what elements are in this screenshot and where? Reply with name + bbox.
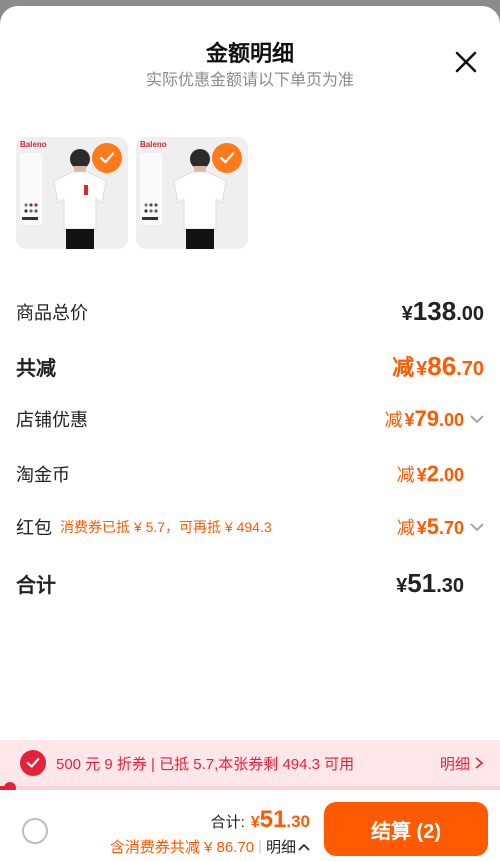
gold-coin-row: 淘金币 减 ¥ 2 .00 (16, 461, 484, 487)
red-packet-row[interactable]: 红包 消费券已抵 ¥ 5.7，可再抵 ¥ 494.3 减 ¥ 5 .70 (16, 514, 484, 540)
amount-decimal: .30 (436, 575, 464, 597)
coupon-text: 500 元 9 折券 | 已抵 5.7,本张券剩 494.3 可用 (56, 755, 355, 773)
goods-total-label: 商品总价 (16, 302, 88, 323)
product-thumbnails: Baleno Baleno (16, 137, 248, 249)
checkout-footer: 合计: ¥ 51 .30 含消费券共减 ¥ 86.70 | 明细 结算 (2) (0, 790, 500, 861)
total-reduce-amount: 减 ¥ 86 .70 (392, 350, 484, 382)
store-discount-row[interactable]: 店铺优惠 减 ¥ 79 .00 (16, 406, 484, 432)
product-thumb[interactable]: Baleno (136, 137, 248, 249)
currency-symbol: ¥ (396, 575, 408, 597)
currency-symbol: ¥ (416, 358, 428, 380)
chevron-down-icon[interactable] (470, 522, 484, 532)
amount-integer: 51 (407, 568, 437, 598)
store-discount-label: 店铺优惠 (16, 410, 88, 430)
footer-total-label: 合计: (210, 814, 245, 831)
close-icon[interactable] (452, 48, 480, 76)
currency-symbol: ¥ (401, 303, 413, 325)
amount-integer: 86 (427, 351, 457, 381)
coupon-detail-label: 明细 (439, 755, 470, 773)
goods-total-row: 商品总价 ¥ 138 .00 (16, 296, 484, 327)
divider: | (258, 838, 262, 855)
amount-decimal: .30 (286, 812, 310, 831)
store-discount-amount: 减 ¥ 79 .00 (384, 406, 464, 432)
currency-symbol: ¥ (404, 410, 415, 430)
product-thumb[interactable]: Baleno (16, 137, 128, 249)
amount-decimal: .00 (438, 465, 464, 485)
amount-integer: 79 (414, 406, 439, 431)
coupon-bar[interactable]: 500 元 9 折券 | 已抵 5.7,本张券剩 494.3 可用 明细 (0, 740, 500, 786)
total-reduce-label: 共减 (16, 357, 56, 380)
goods-total-amount: ¥ 138 .00 (402, 296, 484, 327)
currency-symbol: ¥ (416, 465, 427, 485)
reduce-prefix: 减 (384, 410, 403, 430)
selected-check-icon[interactable] (92, 143, 122, 173)
page-title: 金额明细 (205, 41, 294, 66)
footer-discount-summary: 含消费券共减 ¥ 86.70 | 明细 (110, 836, 310, 857)
page-subtitle: 实际优惠金额请以下单页为准 (145, 72, 354, 89)
total-row: 合计 ¥ 51 .30 (16, 568, 484, 599)
reduce-prefix: 减 (396, 465, 415, 485)
amount-decimal: .00 (456, 303, 484, 325)
amount-detail-sheet: 金额明细 实际优惠金额请以下单页为准 Baleno Baleno 商品总价 ¥ … (0, 6, 500, 861)
red-packet-note: 消费券已抵 ¥ 5.7，可再抵 ¥ 494.3 (60, 519, 272, 535)
red-packet-label: 红包 (16, 518, 52, 538)
brand-logo: Baleno (140, 140, 167, 149)
amount-integer: 51 (259, 806, 287, 833)
select-all-radio[interactable] (22, 818, 48, 844)
gold-coin-label: 淘金币 (16, 465, 70, 485)
amount-decimal: .00 (438, 410, 464, 430)
amount-integer: 138 (412, 296, 457, 326)
chevron-down-icon[interactable] (470, 414, 484, 424)
footer-discount-text: 含消费券共减 ¥ 86.70 (109, 839, 255, 856)
total-label: 合计 (16, 575, 56, 597)
coupon-detail-link[interactable]: 明细 (440, 753, 484, 774)
currency-symbol: ¥ (416, 518, 427, 538)
reduce-prefix: 减 (392, 355, 415, 380)
checkout-button[interactable]: 结算 (2) (324, 802, 488, 856)
reduce-prefix: 减 (396, 518, 415, 538)
selected-check-icon[interactable] (212, 143, 242, 173)
amount-decimal: .70 (456, 358, 484, 380)
footer-detail-label: 明细 (265, 839, 296, 856)
amount-integer: 5 (426, 514, 439, 539)
footer-detail-link[interactable]: 明细 (266, 836, 310, 857)
footer-total: 合计: ¥ 51 .30 (211, 806, 310, 834)
total-reduce-row: 共减 减 ¥ 86 .70 (16, 350, 484, 382)
currency-symbol: ¥ (250, 814, 260, 831)
chevron-right-icon (475, 756, 484, 769)
amount-decimal: .70 (438, 518, 464, 538)
red-packet-amount: 减 ¥ 5 .70 (397, 514, 464, 540)
brand-logo: Baleno (20, 140, 47, 149)
gold-coin-amount: 减 ¥ 2 .00 (397, 461, 464, 487)
total-amount: ¥ 51 .30 (396, 568, 464, 599)
amount-integer: 2 (426, 461, 439, 486)
coupon-check-icon[interactable] (20, 750, 46, 776)
chevron-up-icon (298, 843, 310, 851)
